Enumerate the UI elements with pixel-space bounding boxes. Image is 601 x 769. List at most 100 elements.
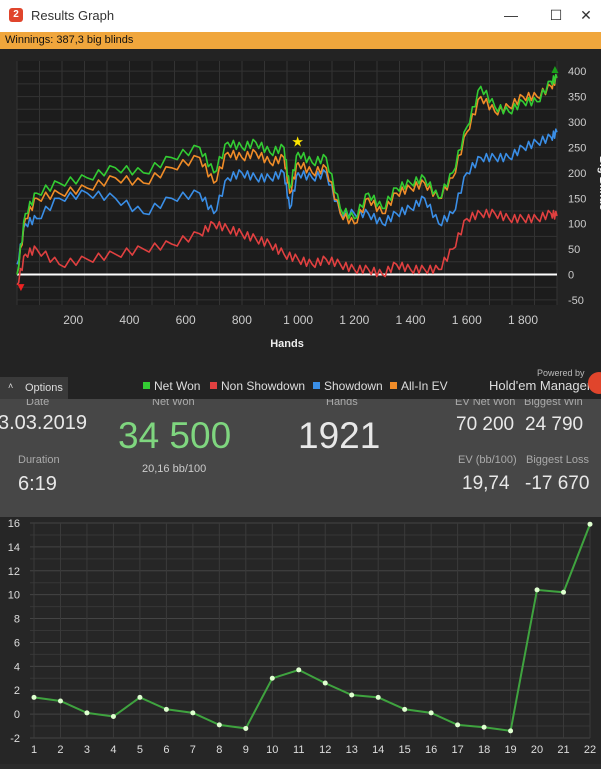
- stats-panel: Date 3.03.2019 Duration 6:19 Net Won 34 …: [0, 399, 601, 517]
- x-tick-label: 1 800: [508, 313, 538, 327]
- y-tick-label: 200: [568, 168, 586, 180]
- powered-by-text: Powered by: [537, 368, 585, 378]
- x-tick-label: 800: [232, 313, 252, 327]
- legend-net-won: Net Won: [143, 379, 200, 393]
- legend-swatch-net-won: [143, 382, 150, 389]
- x-tick-label: 22: [584, 744, 596, 756]
- y-tick-label: 0: [14, 709, 20, 721]
- data-point: [269, 675, 275, 681]
- x-tick-label: 1 200: [339, 313, 369, 327]
- y-tick-label: -2: [10, 733, 20, 745]
- duration-value: 6:19: [18, 473, 57, 495]
- y-tick-label: 50: [568, 244, 580, 256]
- x-tick-label: 10: [266, 744, 278, 756]
- data-point: [296, 667, 302, 673]
- y-tick-label: 2: [14, 685, 20, 697]
- x-tick-label: 4: [110, 744, 116, 756]
- max-star-icon: ★: [291, 133, 304, 149]
- x-tick-label: 11: [293, 744, 304, 756]
- session-graph-svg: -202468101214161 2 3 4 5 6 7 8 9 10 11 12 13 14 15 16 17…: [8, 518, 596, 756]
- ev-bb100-value: 19,74: [462, 473, 510, 494]
- x-tick-label: 2: [57, 744, 63, 756]
- minimize-button[interactable]: —: [496, 4, 526, 26]
- app-logo-icon: 2: [9, 8, 23, 22]
- y-axis-title: Big Blinds: [597, 156, 601, 210]
- x-tick-label: 1 600: [452, 313, 482, 327]
- data-point: [243, 725, 249, 731]
- session-graph: -2 0 2 4 6 8 10 12 14 16 1 2 3 4 5 6 7 8 9 10 11 12 13 14 15 16 17…: [0, 517, 601, 764]
- x-tick-label: 1 000: [283, 313, 313, 327]
- close-button[interactable]: ✕: [571, 4, 601, 26]
- window-title: Results Graph: [31, 8, 115, 23]
- date-label: Date: [26, 399, 50, 408]
- y-tick-label: 150: [568, 193, 586, 205]
- data-point: [57, 698, 63, 704]
- ev-bb100-label: EV (bb/100): [458, 454, 517, 466]
- data-point: [428, 710, 434, 716]
- biggest-win-label: Biggest Win: [524, 399, 583, 408]
- y-tick-label: 6: [14, 637, 20, 649]
- y-tick-label: 8: [14, 614, 20, 626]
- y-tick-label: 350: [568, 92, 586, 104]
- x-tick-label: 15: [399, 744, 411, 756]
- x-tick-label: 17: [451, 744, 463, 756]
- y-tick-label: 16: [8, 518, 20, 530]
- title-bar: 2 Results Graph — ☐ ✕: [0, 0, 601, 32]
- options-button[interactable]: ˄ Options: [0, 377, 68, 399]
- duration-label: Duration: [18, 454, 60, 466]
- data-point: [349, 692, 355, 698]
- x-tick-label: 3: [84, 744, 90, 756]
- x-tick-label: 21: [557, 744, 569, 756]
- y-tick-label: 4: [14, 661, 20, 673]
- data-point: [534, 587, 540, 593]
- x-axis-title: Hands: [270, 338, 304, 350]
- y-tick-label: 300: [568, 117, 586, 129]
- bb100-value: 20,16 bb/100: [142, 463, 207, 475]
- winnings-text: Winnings: 387,3 big blinds: [5, 34, 134, 46]
- y-tick-label: -50: [568, 295, 584, 307]
- results-graph: 400 350 300 250 200 150 100 50 0 -50 200 400 600 800 1…: [0, 49, 601, 399]
- legend-all-in-ev: All-In EV: [390, 379, 448, 393]
- legend-label: Net Won: [154, 379, 201, 393]
- data-point: [455, 722, 461, 728]
- y-tick-label: 14: [8, 542, 20, 554]
- biggest-loss-label: Biggest Loss: [526, 454, 589, 466]
- data-point: [375, 694, 381, 700]
- x-tick-label: 14: [372, 744, 384, 756]
- ev-net-won-value: 70 200: [456, 414, 515, 435]
- x-tick-label: 400: [119, 313, 139, 327]
- legend-label: Non Showdown: [221, 379, 306, 393]
- data-point: [84, 710, 90, 716]
- min-down-arrow-icon: ▼: [15, 280, 27, 294]
- maximize-button[interactable]: ☐: [541, 4, 571, 26]
- x-tick-label: 6: [163, 744, 169, 756]
- legend-label: Showdown: [324, 379, 383, 393]
- x-tick-label: 1: [31, 744, 37, 756]
- data-point: [322, 680, 328, 686]
- x-tick-label: 200: [63, 313, 83, 327]
- data-point: [137, 694, 143, 700]
- x-tick-label: 7: [190, 744, 196, 756]
- chevron-up-icon: ˄: [8, 381, 14, 391]
- legend-swatch-non-showdown: [210, 382, 217, 389]
- results-graph-svg: 400 350 300 250 200 150 100 50 0 -50 200 400 600 800 1…: [15, 61, 601, 350]
- x-tick-label: 9: [243, 744, 249, 756]
- data-point: [481, 724, 487, 730]
- data-point: [190, 710, 196, 716]
- biggest-loss-value: -17 670: [525, 473, 590, 494]
- winnings-bar: Winnings: 387,3 big blinds: [0, 32, 601, 49]
- x-tick-label: 16: [425, 744, 437, 756]
- data-point: [163, 706, 169, 712]
- y-tick-label: 12: [8, 566, 20, 578]
- data-point: [561, 589, 567, 595]
- x-tick-label: 5: [137, 744, 143, 756]
- x-tick-label: 1 400: [396, 313, 426, 327]
- end-up-arrow-icon: ▲: [549, 62, 561, 76]
- y-tick-label: 250: [568, 142, 586, 154]
- data-point: [110, 714, 116, 719]
- x-tick-label: 600: [176, 313, 196, 327]
- date-value: 3.03.2019: [0, 412, 87, 434]
- legend-swatch-all-in-ev: [390, 382, 397, 389]
- brand-text: Hold'em Manager: [489, 378, 592, 393]
- y-tick-label: 400: [568, 66, 586, 78]
